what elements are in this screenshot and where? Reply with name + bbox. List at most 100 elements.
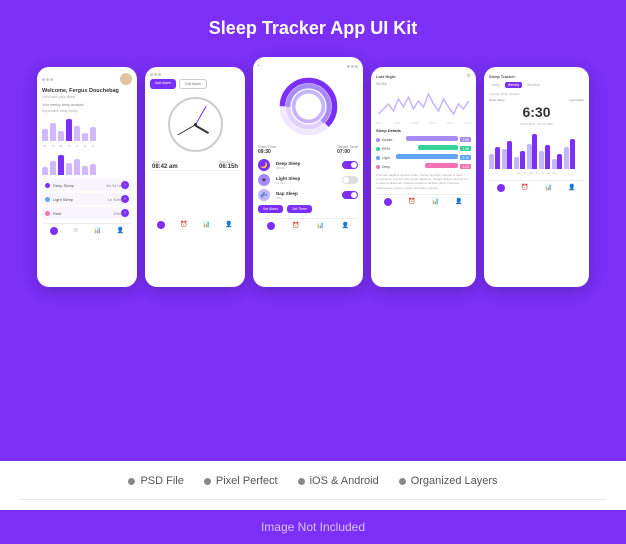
start-time-val: 09:30 [258, 149, 276, 155]
ph1-desc: Let's track your sleep [42, 95, 132, 99]
divider [20, 499, 606, 500]
feature-layers-bullet [399, 478, 406, 485]
footer-bar: Image Not Included [0, 510, 626, 544]
phones-container: Welcome, Fergus Douchebag Let's track yo… [20, 57, 606, 287]
day-wed: We [58, 144, 64, 148]
ph2-nav-profile[interactable]: 👤 [225, 221, 232, 229]
ph5-day-mo: Mo [517, 172, 520, 175]
day-sun: Su [90, 144, 96, 148]
feature-ios: iOS & Android [298, 475, 379, 487]
ph5-day-fr: Fr [542, 172, 544, 175]
set-timer-btn[interactable]: Set Timer [287, 205, 312, 213]
nav-home[interactable] [50, 227, 58, 235]
ph5-menu[interactable]: ⋮ [579, 73, 584, 79]
ph3-back[interactable]: ‹ [258, 63, 260, 69]
light-sleep-toggle: ☀ Light Sleep 01:30+ [258, 174, 358, 186]
ph2-nav-chart[interactable]: 📊 [203, 221, 210, 229]
page-title: Sleep Tracker App UI Kit [20, 18, 606, 39]
feature-layers-text: Organized Layers [411, 475, 498, 487]
phone-4: Last Night ⚙ 08:05a 01:0002:0003:0004:00… [371, 67, 476, 287]
set-alarm-btn[interactable]: Set Alarm [258, 205, 283, 213]
ph5-weekly-bars [489, 129, 584, 169]
ph1-greeting: Welcome, Fergus Douchebag [42, 88, 132, 94]
ph5-day-we: We [529, 172, 533, 175]
edit-alarm-btn[interactable]: Edit Alarm [179, 79, 207, 89]
weekly-bars2 [42, 150, 132, 175]
features-row: PSD File Pixel Perfect iOS & Android Org… [20, 475, 606, 487]
ph3-nav-profile[interactable]: 👤 [342, 222, 349, 230]
feature-psd-text: PSD File [140, 475, 183, 487]
circular-chart [258, 74, 358, 139]
ph3-nav-chart[interactable]: 📊 [317, 222, 324, 230]
deep-sleep-toggle-btn[interactable] [342, 161, 358, 169]
ph5-nav-profile[interactable]: 👤 [568, 184, 575, 192]
light-sleep-row: Light Sleep 1h 50m › [42, 193, 132, 205]
ph4-nav-home[interactable] [384, 198, 392, 206]
feature-psd: PSD File [128, 475, 183, 487]
sleep-wave-chart [376, 89, 471, 119]
nav-profile[interactable]: 👤 [117, 227, 124, 235]
deep-sleep-toggle: 🌙 Deep Sleep 06:30+ [258, 159, 358, 171]
ph5-day-su: Su [553, 172, 556, 175]
ph4-details-title: Sleep Details [376, 128, 471, 133]
ph4-nav-alarm[interactable]: ⏰ [408, 198, 415, 206]
feature-psd-bullet [128, 478, 135, 485]
day-mon: Mo [42, 144, 48, 148]
ph4-lorem: Praesent dapibus facilisis varius. Donec… [376, 173, 471, 190]
ph5-day-tu: Tu [523, 172, 526, 175]
ph4-time-axis: 01:0002:0003:0004:0005:0006:00 [376, 122, 471, 125]
day-tue: Tu [50, 144, 56, 148]
ph4-light-row: Light 3:10 [376, 154, 471, 161]
ph5-nav-chart[interactable]: 📊 [545, 184, 552, 192]
light-sleep-toggle-btn[interactable] [342, 176, 358, 184]
ph4-deep-row: Deep 1:22 [376, 163, 471, 170]
ph1-week: Your weekly sleep analysis [42, 103, 132, 107]
ph5-right-label: Light Sleep [569, 98, 584, 102]
ph5-tab-weekly[interactable]: Weekly [505, 82, 522, 88]
ph5-tab-daily[interactable]: Daily [489, 82, 503, 88]
add-alarm-btn[interactable]: Add Alarm [150, 79, 176, 89]
feature-pixel: Pixel Perfect [204, 475, 278, 487]
ph2-nav-alarm[interactable]: ⏰ [180, 221, 187, 229]
ph1-sub: Impressive sleep today [42, 109, 132, 113]
ph2-nav-home[interactable] [157, 221, 165, 229]
ph5-tab-monthly[interactable]: Monthly [524, 82, 542, 88]
ph5-nav-home[interactable] [497, 184, 505, 192]
feature-pixel-bullet [204, 478, 211, 485]
bottom-section: PSD File Pixel Perfect iOS & Android Org… [0, 461, 626, 510]
day-sat: Sa [82, 144, 88, 148]
feature-ios-bullet [298, 478, 305, 485]
ph4-nav-chart[interactable]: 📊 [432, 198, 439, 206]
ph5-day-sa: Sa [547, 172, 550, 175]
ph3-nav-home[interactable] [267, 222, 275, 230]
avatar [120, 73, 132, 85]
phone-5: Sleep Tracker ⋮ Daily Weekly Monthly Ave… [484, 67, 589, 287]
feature-pixel-text: Pixel Perfect [216, 475, 278, 487]
footer-text: Image Not Included [10, 520, 616, 534]
day-fri: Fr [74, 144, 80, 148]
ph3-nav-alarm[interactable]: ⏰ [292, 222, 299, 230]
ph4-title: Last Night [376, 74, 396, 79]
ph4-settings[interactable]: ⚙ [467, 73, 471, 79]
ph4-nav-profile[interactable]: 👤 [455, 198, 462, 206]
rest-row: Rest 45m › [42, 207, 132, 219]
ph5-nav-alarm[interactable]: ⏰ [521, 184, 528, 192]
ph4-rem-row: REM 1:28 [376, 145, 471, 152]
deep-sleep-row: Deep Sleep 4h 34 hr › [42, 179, 132, 191]
nav-chart[interactable]: 📊 [94, 227, 101, 235]
phone-1: Welcome, Fergus Douchebag Let's track yo… [37, 67, 137, 287]
day-thu: Th [66, 144, 72, 148]
nav-stats[interactable]: ⊞ [73, 227, 78, 235]
ph5-tabs: Daily Weekly Monthly [489, 82, 584, 88]
nap-sleep-toggle: 💤 Nap Sleep 45m [258, 189, 358, 201]
ph2-time-val: 08:42 am [152, 164, 178, 170]
target-time-val: 07:00 [337, 149, 358, 155]
ph5-date-range: 12.07.2021 - 18.07.2021 [489, 122, 584, 126]
ph5-day-th: Th [536, 172, 539, 175]
ph4-time: 08:05a [376, 82, 471, 86]
ph5-big-time: 6:30 [489, 104, 584, 120]
ph5-title: Sleep Tracker [489, 74, 515, 79]
ph2-dur-val: 06:15h [219, 164, 238, 170]
nap-toggle-btn[interactable] [342, 191, 358, 199]
ph5-subtitle: Average sleep duration [489, 92, 584, 96]
